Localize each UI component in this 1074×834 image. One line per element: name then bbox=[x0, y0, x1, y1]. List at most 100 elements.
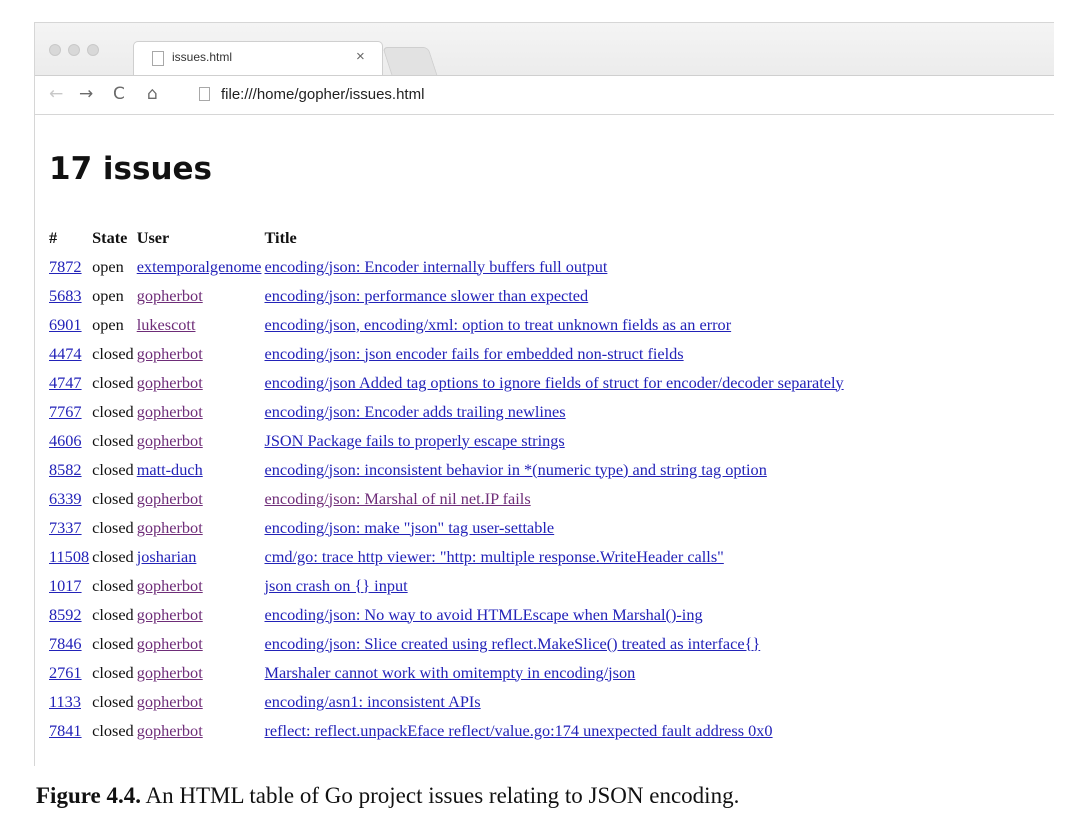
table-row: 11508 closed josharian cmd/go: trace htt… bbox=[49, 542, 847, 571]
issue-title-link[interactable]: reflect: reflect.unpackEface reflect/val… bbox=[264, 721, 772, 740]
table-row: 6339 closed gopherbot encoding/json: Mar… bbox=[49, 484, 847, 513]
issue-title-link[interactable]: encoding/json: Slice created using refle… bbox=[264, 634, 760, 653]
issue-state: closed bbox=[92, 372, 134, 392]
table-row: 5683 open gopherbot encoding/json: perfo… bbox=[49, 281, 847, 310]
issue-user-link[interactable]: gopherbot bbox=[137, 663, 203, 682]
figure-label: Figure 4.4. bbox=[36, 783, 141, 808]
issue-user-link[interactable]: gopherbot bbox=[137, 576, 203, 595]
issue-state: closed bbox=[92, 401, 134, 421]
issue-title-link[interactable]: json crash on {} input bbox=[264, 576, 407, 595]
issue-user-link[interactable]: gopherbot bbox=[137, 605, 203, 624]
issue-user-link[interactable]: gopherbot bbox=[137, 431, 203, 450]
issue-number-link[interactable]: 7337 bbox=[49, 518, 82, 537]
table-row: 7337 closed gopherbot encoding/json: mak… bbox=[49, 513, 847, 542]
tab-close-icon[interactable]: × bbox=[356, 48, 365, 65]
issue-state: closed bbox=[92, 575, 134, 595]
reload-icon[interactable]: C bbox=[113, 84, 125, 104]
page-icon bbox=[152, 51, 164, 66]
forward-arrow-icon[interactable]: → bbox=[79, 84, 93, 104]
issue-state: closed bbox=[92, 691, 134, 711]
issue-number-link[interactable]: 2761 bbox=[49, 663, 82, 682]
issue-title-link[interactable]: encoding/json: make "json" tag user-sett… bbox=[264, 518, 554, 537]
page-icon bbox=[199, 87, 210, 101]
issue-title-link[interactable]: encoding/json: No way to avoid HTMLEscap… bbox=[264, 605, 702, 624]
issue-user-link[interactable]: josharian bbox=[137, 547, 197, 566]
tab-strip: issues.html × bbox=[35, 23, 1054, 76]
issue-number-link[interactable]: 11508 bbox=[49, 547, 89, 566]
issue-state: open bbox=[92, 285, 124, 305]
issue-number-link[interactable]: 6339 bbox=[49, 489, 82, 508]
issue-title-link[interactable]: encoding/json: json encoder fails for em… bbox=[264, 344, 683, 363]
issue-state: closed bbox=[92, 546, 134, 566]
issue-user-link[interactable]: gopherbot bbox=[137, 518, 203, 537]
issue-number-link[interactable]: 4474 bbox=[49, 344, 82, 363]
issue-number-link[interactable]: 1133 bbox=[49, 692, 81, 711]
close-window-button[interactable] bbox=[49, 44, 61, 56]
issue-number-link[interactable]: 4606 bbox=[49, 431, 82, 450]
issue-state: closed bbox=[92, 488, 134, 508]
issue-user-link[interactable]: gopherbot bbox=[137, 373, 203, 392]
issue-user-link[interactable]: gopherbot bbox=[137, 721, 203, 740]
issue-user-link[interactable]: gopherbot bbox=[137, 692, 203, 711]
issue-title-link[interactable]: encoding/json: inconsistent behavior in … bbox=[264, 460, 766, 479]
issue-title-link[interactable]: Marshaler cannot work with omitempty in … bbox=[264, 663, 635, 682]
issue-user-link[interactable]: gopherbot bbox=[137, 344, 203, 363]
back-arrow-icon[interactable]: ← bbox=[49, 84, 63, 104]
issue-user-link[interactable]: extemporalgenome bbox=[137, 257, 262, 276]
table-row: 7846 closed gopherbot encoding/json: Sli… bbox=[49, 629, 847, 658]
issue-title-link[interactable]: JSON Package fails to properly escape st… bbox=[264, 431, 564, 450]
issue-title-link[interactable]: encoding/json: Encoder adds trailing new… bbox=[264, 402, 565, 421]
issue-user-link[interactable]: gopherbot bbox=[137, 489, 203, 508]
home-icon[interactable]: ⌂ bbox=[147, 84, 158, 104]
issue-state: closed bbox=[92, 430, 134, 450]
address-bar[interactable]: file:///home/gopher/issues.html bbox=[221, 86, 424, 103]
issue-user-link[interactable]: matt-duch bbox=[137, 460, 203, 479]
issue-state: closed bbox=[92, 662, 134, 682]
issue-number-link[interactable]: 1017 bbox=[49, 576, 82, 595]
column-header-title: Title bbox=[264, 227, 297, 247]
figure-caption: Figure 4.4. An HTML table of Go project … bbox=[36, 783, 739, 809]
figure-caption-text: An HTML table of Go project issues relat… bbox=[145, 783, 740, 808]
issue-state: closed bbox=[92, 343, 134, 363]
issue-number-link[interactable]: 8582 bbox=[49, 460, 82, 479]
issue-user-link[interactable]: gopherbot bbox=[137, 286, 203, 305]
issue-user-link[interactable]: gopherbot bbox=[137, 634, 203, 653]
issue-number-link[interactable]: 7841 bbox=[49, 721, 82, 740]
issue-number-link[interactable]: 7846 bbox=[49, 634, 82, 653]
maximize-window-button[interactable] bbox=[87, 44, 99, 56]
issue-title-link[interactable]: encoding/json, encoding/xml: option to t… bbox=[264, 315, 731, 334]
issue-user-link[interactable]: lukescott bbox=[137, 315, 196, 334]
issue-state: closed bbox=[92, 633, 134, 653]
tab-title: issues.html bbox=[172, 50, 233, 64]
browser-toolbar: ← → C ⌂ file:///home/gopher/issues.html bbox=[35, 75, 1054, 115]
issue-title-link[interactable]: encoding/json Added tag options to ignor… bbox=[264, 373, 843, 392]
table-row: 6901 open lukescott encoding/json, encod… bbox=[49, 310, 847, 339]
browser-tab[interactable]: issues.html × bbox=[133, 41, 383, 76]
table-row: 7841 closed gopherbot reflect: reflect.u… bbox=[49, 716, 847, 745]
table-row: 4747 closed gopherbot encoding/json Adde… bbox=[49, 368, 847, 397]
column-header-number: # bbox=[49, 227, 58, 247]
issue-number-link[interactable]: 4747 bbox=[49, 373, 82, 392]
issue-number-link[interactable]: 7872 bbox=[49, 257, 82, 276]
issue-number-link[interactable]: 5683 bbox=[49, 286, 82, 305]
table-row: 7872 open extemporalgenome encoding/json… bbox=[49, 252, 847, 281]
issue-title-link[interactable]: encoding/asn1: inconsistent APIs bbox=[264, 692, 480, 711]
issue-title-link[interactable]: encoding/json: performance slower than e… bbox=[264, 286, 588, 305]
issue-state: open bbox=[92, 256, 124, 276]
new-tab-button[interactable] bbox=[382, 47, 438, 76]
table-row: 8582 closed matt-duch encoding/json: inc… bbox=[49, 455, 847, 484]
page-title: 17 issues bbox=[49, 151, 213, 187]
table-row: 2761 closed gopherbot Marshaler cannot w… bbox=[49, 658, 847, 687]
issues-table: # State User Title 7872 open extemporalg… bbox=[49, 223, 847, 745]
issue-state: open bbox=[92, 314, 124, 334]
issue-number-link[interactable]: 8592 bbox=[49, 605, 82, 624]
issue-number-link[interactable]: 7767 bbox=[49, 402, 82, 421]
issue-title-link[interactable]: encoding/json: Marshal of nil net.IP fai… bbox=[264, 489, 530, 508]
issue-user-link[interactable]: gopherbot bbox=[137, 402, 203, 421]
issue-title-link[interactable]: encoding/json: Encoder internally buffer… bbox=[264, 257, 607, 276]
issue-title-link[interactable]: cmd/go: trace http viewer: "http: multip… bbox=[264, 547, 723, 566]
minimize-window-button[interactable] bbox=[68, 44, 80, 56]
table-row: 7767 closed gopherbot encoding/json: Enc… bbox=[49, 397, 847, 426]
issue-state: closed bbox=[92, 517, 134, 537]
issue-number-link[interactable]: 6901 bbox=[49, 315, 82, 334]
